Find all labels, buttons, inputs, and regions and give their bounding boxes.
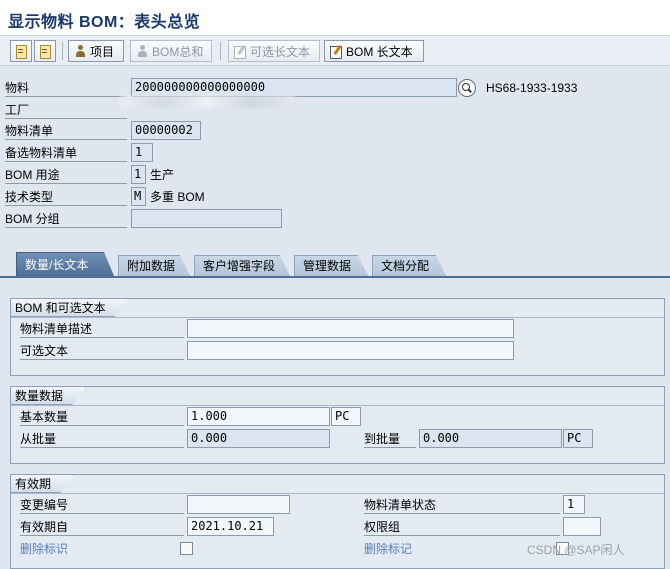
base-qty-label: 基本数量 — [20, 408, 184, 426]
group-title: BOM 和可选文本 — [11, 299, 129, 317]
bom-longtext-button[interactable]: BOM 长文本 — [324, 40, 424, 62]
bom-status-label: 物料清单状态 — [364, 496, 560, 514]
alt-text-field[interactable] — [187, 341, 514, 360]
from-lot-label: 从批量 — [20, 430, 184, 448]
auth-group-field[interactable] — [563, 517, 601, 536]
items-button[interactable]: 项目 — [68, 40, 124, 62]
toolbar-separator — [62, 42, 63, 60]
base-qty-field[interactable]: 1.000 — [187, 407, 330, 426]
group-title: 有效期 — [11, 475, 74, 493]
bom-desc-label: 物料清单描述 — [20, 320, 184, 338]
alt-longtext-label: 可选长文本 — [250, 44, 311, 59]
delete-mark-label: 删除标记 — [364, 542, 413, 556]
to-lot-field[interactable]: 0.000 — [419, 429, 562, 448]
header-doc-button[interactable] — [10, 40, 32, 62]
edit-text-icon — [234, 45, 247, 59]
delete-flag-checkbox[interactable] — [180, 542, 193, 555]
material-search-button[interactable] — [458, 79, 476, 97]
delete-flag-label: 删除标识 — [20, 542, 69, 556]
document-icon — [39, 44, 51, 59]
items-button-label: 项目 — [90, 44, 115, 59]
plant-label: 工厂 — [5, 101, 127, 119]
valid-from-label: 有效期自 — [20, 518, 184, 536]
search-icon — [462, 83, 472, 93]
tab-additional-data[interactable]: 附加数据 — [118, 255, 190, 276]
valid-from-field[interactable]: 2021.10.21 — [187, 517, 274, 536]
to-lot-unit[interactable]: PC — [563, 429, 593, 448]
bom-usage-label: BOM 用途 — [5, 166, 127, 184]
bom-longtext-label: BOM 长文本 — [346, 44, 413, 59]
summary-icon — [136, 44, 149, 58]
tech-type-field[interactable]: M — [131, 187, 146, 206]
bom-usage-text: 生产 — [150, 168, 175, 182]
to-lot-label: 到批量 — [364, 430, 416, 448]
tab-customer-fields[interactable]: 客户增强字段 — [194, 255, 290, 276]
title-bar: 显示物料 BOM：表头总览 — [0, 0, 670, 36]
alt-bom-label: 备选物料清单 — [5, 144, 127, 162]
group-title: 数量数据 — [11, 387, 86, 405]
bom-usage-field[interactable]: 1 — [131, 165, 146, 184]
change-no-field[interactable] — [187, 495, 290, 514]
tech-type-text: 多重 BOM — [150, 190, 205, 204]
bom-desc-field[interactable] — [187, 319, 514, 338]
tab-strip: 数量/长文本 附加数据 客户增强字段 管理数据 文档分配 — [0, 252, 670, 276]
material-description: HS68-1933-1933 — [486, 81, 578, 95]
document-icon — [15, 44, 27, 59]
alt-text-label: 可选文本 — [20, 342, 184, 360]
change-no-label: 变更编号 — [20, 496, 184, 514]
tab-document-assignment[interactable]: 文档分配 — [372, 255, 446, 276]
group-divider — [11, 405, 664, 406]
page-title: 显示物料 BOM：表头总览 — [8, 14, 201, 31]
bom-group-label: BOM 分组 — [5, 210, 127, 228]
material-field[interactable]: 200000000000000000 — [131, 78, 457, 97]
doc-copy-button[interactable] — [34, 40, 56, 62]
bom-group-field[interactable] — [131, 209, 282, 228]
application-toolbar: 项目 BOM总和 可选长文本 BOM 长文本 — [0, 36, 670, 66]
alt-longtext-button[interactable]: 可选长文本 — [228, 40, 320, 62]
bom-summary-button[interactable]: BOM总和 — [130, 40, 212, 62]
item-icon — [74, 44, 87, 58]
watermark-text: CSDN @SAP闲人 — [527, 543, 625, 557]
group-divider — [11, 317, 664, 318]
tab-quantity-longtext[interactable]: 数量/长文本 — [16, 252, 114, 276]
bom-summary-label: BOM总和 — [152, 44, 204, 59]
auth-group-label: 权限组 — [364, 518, 560, 536]
bom-field[interactable]: 00000002 — [131, 121, 201, 140]
blurred-plant-value — [120, 96, 295, 108]
edit-text-icon — [330, 45, 343, 59]
alt-bom-field[interactable]: 1 — [131, 143, 153, 162]
toolbar-separator — [220, 42, 221, 60]
from-lot-field[interactable]: 0.000 — [187, 429, 330, 448]
tech-type-label: 技术类型 — [5, 188, 127, 206]
base-qty-unit[interactable]: PC — [331, 407, 361, 426]
tab-admin-data[interactable]: 管理数据 — [294, 255, 368, 276]
bom-status-field[interactable]: 1 — [563, 495, 585, 514]
material-label: 物料 — [5, 79, 127, 97]
bom-label: 物料清单 — [5, 122, 127, 140]
group-divider — [11, 493, 664, 494]
